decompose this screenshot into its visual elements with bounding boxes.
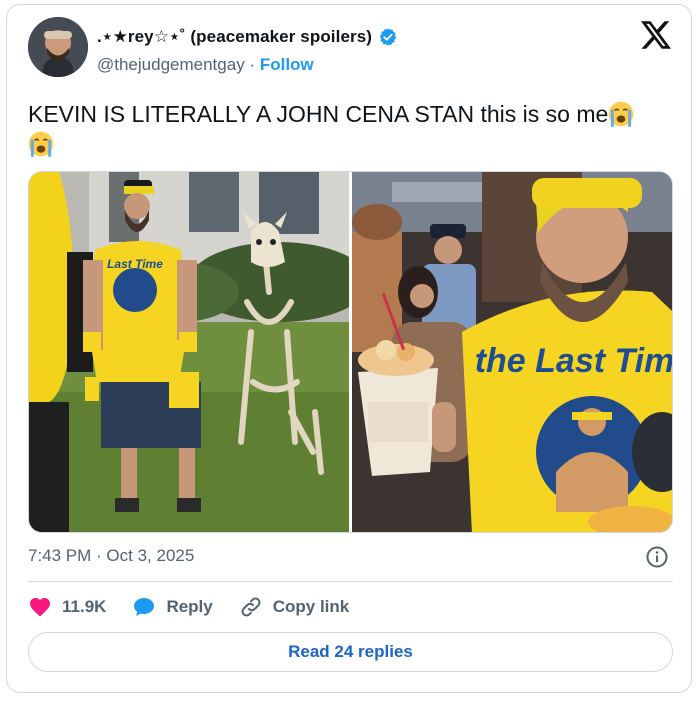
handle[interactable]: @thejudgementgay bbox=[97, 55, 245, 74]
copy-link-label: Copy link bbox=[272, 597, 350, 616]
loudly-crying-face-icon bbox=[609, 101, 634, 127]
read-replies-button[interactable]: Read 24 replies bbox=[28, 632, 673, 672]
shirt-print-text-right: the Last Time bbox=[475, 342, 672, 380]
info-icon[interactable] bbox=[645, 545, 669, 569]
tweet-text: KEVIN IS LITERALLY A JOHN CENA STAN this… bbox=[28, 99, 668, 159]
like-count: 11.9K bbox=[62, 597, 107, 616]
like-button[interactable]: 11.9K bbox=[28, 595, 106, 619]
heart-icon bbox=[30, 598, 50, 617]
tweet-body: KEVIN IS LITERALLY A JOHN CENA STAN this… bbox=[28, 101, 609, 127]
shirt-print-text-left: Last Time bbox=[107, 257, 163, 271]
reply-button[interactable]: Reply bbox=[132, 595, 213, 619]
copy-link-button[interactable]: Copy link bbox=[239, 595, 350, 619]
media-grid: Last Time the Last Time bbox=[28, 171, 673, 533]
loudly-crying-face-icon bbox=[28, 131, 54, 157]
tweet-timestamp[interactable]: 7:43 PM · Oct 3, 2025 bbox=[28, 546, 194, 566]
action-bar: 11.9K Reply Copy link bbox=[28, 595, 375, 619]
follow-button[interactable]: Follow bbox=[260, 55, 314, 74]
divider bbox=[28, 581, 673, 582]
reply-label: Reply bbox=[166, 597, 213, 616]
photo-left[interactable]: Last Time bbox=[29, 172, 349, 532]
link-icon bbox=[241, 597, 261, 617]
verified-badge-icon bbox=[379, 28, 397, 46]
x-logo-icon[interactable] bbox=[641, 21, 671, 49]
display-name[interactable]: .⋆★rey☆⋆˚ (peacemaker spoilers) bbox=[97, 27, 372, 47]
photo-right[interactable]: the Last Time bbox=[352, 172, 672, 532]
reply-bubble-icon bbox=[134, 598, 155, 616]
tweet-card: .⋆★rey☆⋆˚ (peacemaker spoilers) @thejudg… bbox=[6, 4, 692, 693]
avatar[interactable] bbox=[28, 17, 88, 77]
handle-separator: · bbox=[249, 55, 256, 74]
